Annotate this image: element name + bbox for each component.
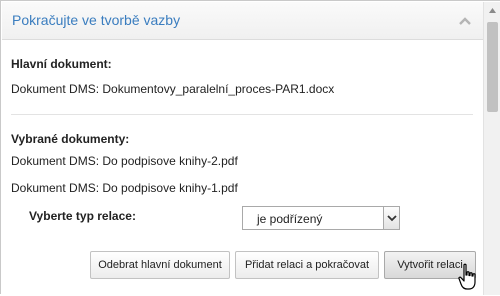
- dropdown-arrow-icon[interactable]: [383, 207, 399, 229]
- main-document-value: Dokument DMS: Dokumentovy_paralelní_proc…: [11, 82, 335, 96]
- panel-title: Pokračujte ve tvorbě vazby: [12, 12, 181, 28]
- scroll-up-arrow-icon[interactable]: [484, 2, 500, 19]
- relation-type-selected-value: je podřízený: [257, 212, 323, 226]
- relation-type-label: Vyberte typ relace:: [29, 209, 136, 223]
- selected-document-item: Dokument DMS: Do podpisove knihy-1.pdf: [11, 181, 238, 195]
- hand-pointer-icon: [457, 263, 479, 291]
- chevron-up-icon[interactable]: [456, 14, 474, 28]
- remove-main-document-button[interactable]: Odebrat hlavní dokument: [90, 251, 230, 279]
- add-relation-and-continue-button[interactable]: Přidat relaci a pokračovat: [235, 251, 379, 279]
- scroll-thumb[interactable]: [487, 22, 498, 112]
- selected-document-item: Dokument DMS: Do podpisove knihy-2.pdf: [11, 154, 238, 168]
- main-document-label: Hlavní dokument:: [11, 57, 112, 71]
- section-divider: [11, 114, 473, 115]
- relation-dialog: Pokračujte ve tvorbě vazby Hlavní dokume…: [0, 0, 500, 295]
- selected-documents-label: Vybrané dokumenty:: [11, 132, 130, 146]
- vertical-scrollbar[interactable]: [483, 2, 500, 295]
- relation-type-select[interactable]: je podřízený: [242, 206, 400, 230]
- panel-header[interactable]: Pokračujte ve tvorbě vazby: [2, 2, 483, 40]
